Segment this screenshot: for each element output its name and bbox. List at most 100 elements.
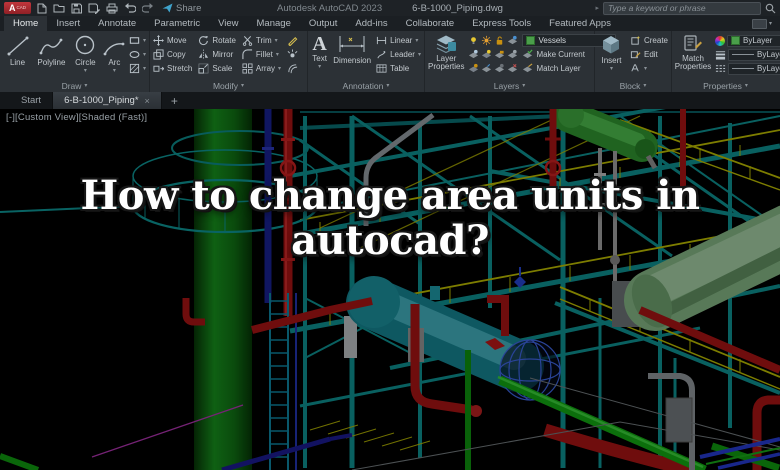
rectangle-tool[interactable]: ▾ bbox=[129, 34, 146, 47]
insert-block-tool[interactable]: Insert ▾ bbox=[598, 34, 625, 72]
viewport-controls[interactable]: [-][Custom View][Shaded (Fast)] bbox=[6, 112, 147, 123]
trim-tool[interactable]: Trim ▾ bbox=[242, 34, 281, 47]
layer-delete-icon[interactable] bbox=[507, 63, 518, 74]
edit-block-tool[interactable]: Edit bbox=[630, 48, 668, 61]
tab-add-ins[interactable]: Add-ins bbox=[346, 16, 396, 31]
layer-lock-icon[interactable] bbox=[494, 49, 505, 60]
layer-unlock-icon[interactable] bbox=[494, 35, 505, 46]
linetype-dropdown[interactable]: ByLayer bbox=[728, 62, 780, 75]
make-current-button[interactable]: Make Current bbox=[522, 48, 585, 61]
make-current-icon bbox=[523, 49, 533, 59]
search-expand-icon[interactable]: ▸ bbox=[595, 4, 599, 12]
share-button[interactable]: Share bbox=[162, 3, 201, 14]
layer-thaw-icon[interactable] bbox=[481, 35, 492, 46]
match-properties-tool[interactable]: Match Properties bbox=[675, 34, 711, 72]
tab-document[interactable]: 6-B-1000_Piping* × bbox=[52, 92, 162, 109]
quick-access-toolbar bbox=[37, 3, 154, 14]
ribbon-display-toggle[interactable]: ▾ bbox=[751, 16, 780, 31]
scale-tool[interactable]: Scale bbox=[198, 62, 236, 75]
tab-view[interactable]: View bbox=[209, 16, 247, 31]
rotate-tool[interactable]: Rotate bbox=[198, 34, 236, 47]
layer-properties-tool[interactable]: Layer Properties bbox=[428, 34, 464, 72]
app-menu-button[interactable]: A CAD bbox=[4, 2, 31, 14]
explode-tool[interactable] bbox=[287, 48, 298, 61]
layer-freeze-icon[interactable] bbox=[468, 49, 479, 60]
panel-label-properties[interactable]: Properties ▾ bbox=[672, 80, 779, 92]
dimension-tool[interactable]: Dimension bbox=[333, 34, 371, 65]
close-icon[interactable]: × bbox=[145, 96, 150, 106]
layer-walk-icon[interactable] bbox=[507, 49, 518, 60]
panel-label-layers[interactable]: Layers ▾ bbox=[425, 80, 594, 92]
draw-extra-tools: ▾ ▾ ▾ bbox=[129, 34, 146, 75]
move-tool[interactable]: Move bbox=[153, 34, 192, 47]
circle-tool[interactable]: Circle ▾ bbox=[71, 34, 100, 74]
panel-draw: Line Polyline Circle ▾ Arc ▾ ▾ ▾ ▾ Draw … bbox=[0, 31, 150, 92]
redo-icon[interactable] bbox=[142, 3, 154, 13]
fillet-tool[interactable]: Fillet ▾ bbox=[242, 48, 281, 61]
array-tool[interactable]: Array ▾ bbox=[242, 62, 281, 75]
chevron-down-icon: ▾ bbox=[386, 83, 390, 89]
circle-icon bbox=[76, 35, 95, 55]
table-tool[interactable]: Table bbox=[376, 62, 421, 75]
layer-on-icon[interactable] bbox=[468, 35, 479, 46]
layer-isolate-icon[interactable] bbox=[507, 35, 518, 46]
tab-insert[interactable]: Insert bbox=[47, 16, 89, 31]
new-file-icon[interactable] bbox=[37, 3, 47, 14]
chevron-down-icon: ▾ bbox=[274, 37, 278, 44]
open-folder-icon[interactable] bbox=[53, 3, 65, 13]
tab-manage[interactable]: Manage bbox=[248, 16, 300, 31]
match-layer-button[interactable]: Match Layer bbox=[522, 62, 581, 75]
tab-parametric[interactable]: Parametric bbox=[145, 16, 209, 31]
polyline-tool[interactable]: Polyline bbox=[34, 34, 69, 67]
share-label: Share bbox=[176, 2, 202, 14]
ribbon-minimize-icon bbox=[751, 18, 767, 29]
tab-annotate[interactable]: Annotate bbox=[89, 16, 145, 31]
panel-label-annotation[interactable]: Annotation ▾ bbox=[308, 80, 424, 92]
search-icon[interactable] bbox=[765, 3, 776, 14]
tab-collaborate[interactable]: Collaborate bbox=[397, 16, 464, 31]
layer-match-state-icon[interactable] bbox=[468, 63, 479, 74]
file-tab-bar: Start 6-B-1000_Piping* × + bbox=[0, 92, 780, 109]
tab-home[interactable]: Home bbox=[4, 16, 48, 31]
tab-featured-apps[interactable]: Featured Apps bbox=[540, 16, 620, 31]
offset-tool[interactable] bbox=[287, 62, 298, 75]
chevron-down-icon: ▾ bbox=[609, 66, 613, 73]
copy-tool[interactable]: Copy bbox=[153, 48, 192, 61]
tab-express-tools[interactable]: Express Tools bbox=[463, 16, 540, 31]
mirror-tool[interactable]: Mirror bbox=[198, 48, 236, 61]
dimension-icon bbox=[339, 36, 365, 52]
lineweight-dropdown[interactable]: ByLayer bbox=[728, 48, 780, 61]
text-tool[interactable]: A Text ▾ bbox=[311, 34, 328, 70]
stretch-tool[interactable]: Stretch bbox=[153, 62, 192, 75]
chevron-down-icon[interactable]: ▾ bbox=[84, 68, 87, 74]
ellipse-tool[interactable]: ▾ bbox=[129, 48, 146, 61]
layer-prev-icon[interactable] bbox=[481, 63, 492, 74]
drawing-viewport[interactable]: [-][Custom View][Shaded (Fast)] How to c… bbox=[0, 109, 780, 470]
page-title: How to change area units in autocad? bbox=[0, 173, 780, 264]
plot-icon[interactable] bbox=[106, 3, 118, 14]
arc-tool[interactable]: Arc ▾ bbox=[102, 34, 127, 74]
panel-label-draw[interactable]: Draw ▾ bbox=[0, 80, 149, 92]
new-drawing-button[interactable]: + bbox=[162, 92, 187, 109]
line-tool[interactable]: Line bbox=[3, 34, 32, 67]
chevron-down-icon[interactable]: ▾ bbox=[113, 68, 116, 74]
tab-start[interactable]: Start bbox=[10, 92, 52, 109]
save-icon[interactable] bbox=[71, 3, 82, 14]
undo-icon[interactable] bbox=[124, 3, 136, 13]
rectangle-icon bbox=[129, 37, 140, 44]
block-more-tool[interactable]: ▾ bbox=[630, 62, 668, 75]
leader-tool[interactable]: Leader ▾ bbox=[376, 48, 421, 61]
search-input[interactable] bbox=[603, 1, 761, 15]
object-color-dropdown[interactable]: ByLayer ▾ bbox=[727, 34, 780, 47]
create-block-tool[interactable]: Create bbox=[630, 34, 668, 47]
layer-off-icon[interactable] bbox=[481, 49, 492, 60]
app-logo-sub: CAD bbox=[16, 4, 26, 10]
erase-tool[interactable] bbox=[287, 34, 298, 47]
panel-label-modify[interactable]: Modify ▾ bbox=[150, 80, 307, 92]
layer-merge-icon[interactable] bbox=[494, 63, 505, 74]
save-as-icon[interactable] bbox=[88, 3, 100, 14]
linear-dimension-tool[interactable]: Linear ▾ bbox=[376, 34, 421, 47]
tab-output[interactable]: Output bbox=[300, 16, 347, 31]
panel-label-block[interactable]: Block ▾ bbox=[595, 80, 671, 92]
hatch-tool[interactable]: ▾ bbox=[129, 62, 146, 75]
